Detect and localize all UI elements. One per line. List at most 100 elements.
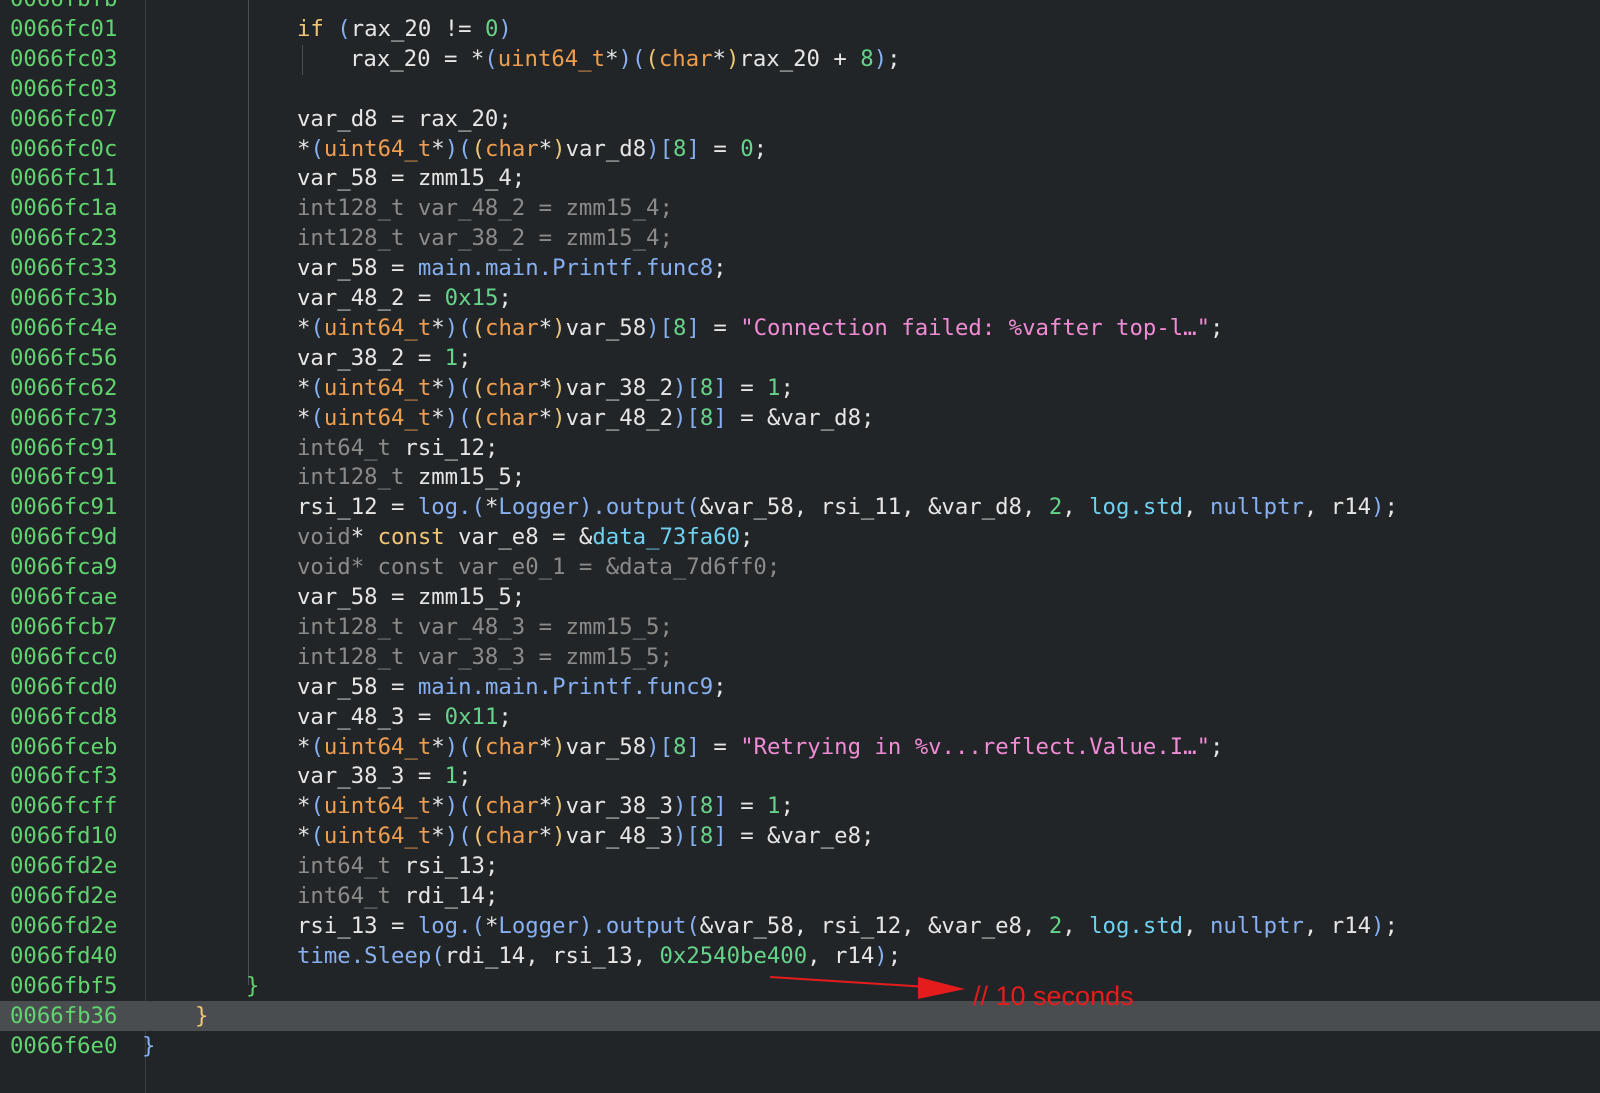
code-line[interactable]: 0066fc0c *(uint64_t*)((char*)var_d8)[8] =…: [0, 134, 1600, 165]
code-line[interactable]: 0066fcc0 int128_t var_38_3 = zmm15_5;: [0, 642, 1600, 673]
code-token: =: [699, 135, 741, 162]
code-line[interactable]: 0066fd2e rsi_13 = log.(*Logger).output(&v…: [0, 911, 1600, 942]
line-address[interactable]: 0066f6e0: [10, 1031, 117, 1062]
code-token: *: [297, 135, 311, 162]
line-address[interactable]: 0066fc07: [10, 104, 117, 135]
line-code: var_38_2 = 1;: [297, 343, 472, 374]
line-address[interactable]: 0066fbfb: [10, 0, 117, 15]
code-token: [: [659, 733, 674, 760]
code-token: ): [444, 823, 459, 850]
code-line[interactable]: 0066fd2e int64_t rdi_14;: [0, 881, 1600, 912]
code-token: (: [471, 793, 486, 820]
line-address[interactable]: 0066fd2e: [10, 881, 117, 912]
code-line[interactable]: 0066fd10 *(uint64_t*)((char*)var_48_3)[8]…: [0, 821, 1600, 852]
code-token: ]: [713, 404, 727, 431]
line-code: var_58 = main.main.Printf.func8;: [297, 253, 727, 284]
line-address[interactable]: 0066fcd8: [10, 702, 117, 733]
code-token: ): [444, 404, 459, 431]
line-address[interactable]: 0066fc3b: [10, 283, 117, 314]
line-address[interactable]: 0066fca9: [10, 552, 117, 583]
line-address[interactable]: 0066fd40: [10, 941, 117, 972]
code-token: ]: [713, 793, 727, 820]
line-address[interactable]: 0066fc03: [10, 74, 117, 105]
code-line[interactable]: 0066fc9d void* const var_e8 = &data_73fa6…: [0, 522, 1600, 553]
line-address[interactable]: 0066fc01: [10, 14, 117, 45]
line-code: *(uint64_t*)((char*)var_d8)[8] = 0;: [297, 134, 767, 165]
code-line[interactable]: 0066fcb7 int128_t var_48_3 = zmm15_5;: [0, 612, 1600, 643]
code-line[interactable]: 0066fcd8 var_48_3 = 0x11;: [0, 702, 1600, 733]
code-token: ): [552, 374, 566, 401]
line-address[interactable]: 0066fceb: [10, 732, 117, 763]
code-line[interactable]: 0066fcff *(uint64_t*)((char*)var_38_3)[8]…: [0, 791, 1600, 822]
code-line[interactable]: 0066fbfb: [0, 0, 1600, 15]
code-line[interactable]: 0066fd2e int64_t rsi_13;: [0, 851, 1600, 882]
line-address[interactable]: 0066fd10: [10, 821, 117, 852]
line-address[interactable]: 0066fb36: [10, 1001, 117, 1032]
code-line[interactable]: 0066fc3b var_48_2 = 0x15;: [0, 283, 1600, 314]
code-token: var_58 =: [297, 673, 418, 700]
code-line[interactable]: 0066fc01 if (rax_20 != 0): [0, 14, 1600, 45]
line-address[interactable]: 0066fcc0: [10, 642, 117, 673]
line-address[interactable]: 0066fcae: [10, 582, 117, 613]
line-address[interactable]: 0066fc23: [10, 223, 117, 254]
code-line[interactable]: 0066fcae var_58 = zmm15_5;: [0, 582, 1600, 613]
code-line[interactable]: 0066fc62 *(uint64_t*)((char*)var_38_2)[8]…: [0, 373, 1600, 404]
line-address[interactable]: 0066fc62: [10, 373, 117, 404]
line-address[interactable]: 0066fcff: [10, 791, 117, 822]
code-token: rdi_14;: [404, 883, 499, 909]
code-line[interactable]: 0066fc56 var_38_2 = 1;: [0, 343, 1600, 374]
code-line[interactable]: 0066fc91 int64_t rsi_12;: [0, 433, 1600, 464]
line-address[interactable]: 0066fcd0: [10, 672, 117, 703]
line-address[interactable]: 0066fcf3: [10, 761, 117, 792]
line-address[interactable]: 0066fc91: [10, 492, 117, 523]
code-line[interactable]: 0066fb36}: [0, 1000, 1600, 1032]
code-line[interactable]: 0066fc07 var_d8 = rax_20;: [0, 104, 1600, 135]
code-line[interactable]: 0066fd40 time.Sleep(rdi_14, rsi_13, 0x254…: [0, 941, 1600, 972]
line-address[interactable]: 0066fc0c: [10, 134, 117, 165]
code-line[interactable]: 0066fc91 int128_t zmm15_5;: [0, 462, 1600, 493]
code-line[interactable]: 0066fc23 int128_t var_38_2 = zmm15_4;: [0, 223, 1600, 254]
code-line[interactable]: 0066f6e0}: [0, 1031, 1600, 1062]
line-address[interactable]: 0066fc73: [10, 403, 117, 434]
line-code: var_38_3 = 1;: [297, 761, 472, 792]
line-code: var_58 = main.main.Printf.func9;: [297, 672, 727, 703]
code-line[interactable]: 0066fcd0 var_58 = main.main.Printf.func9;: [0, 672, 1600, 703]
code-token: 0x2540be400: [659, 942, 808, 969]
line-address[interactable]: 0066fd2e: [10, 851, 117, 882]
code-line[interactable]: 0066fcf3 var_38_3 = 1;: [0, 761, 1600, 792]
line-address[interactable]: 0066fbf5: [10, 971, 117, 1002]
code-token: ,: [1062, 494, 1090, 521]
code-token: *: [712, 45, 726, 72]
code-line[interactable]: 0066fca9 void* const var_e0_1 = &data_7d6…: [0, 552, 1600, 583]
code-line[interactable]: 0066fc1a int128_t var_48_2 = zmm15_4;: [0, 193, 1600, 224]
code-token: (: [337, 15, 351, 42]
code-token: [: [659, 314, 674, 341]
code-line[interactable]: 0066fc33 var_58 = main.main.Printf.func8;: [0, 253, 1600, 284]
line-address[interactable]: 0066fc9d: [10, 522, 117, 553]
line-address[interactable]: 0066fc4e: [10, 313, 117, 344]
line-address[interactable]: 0066fc91: [10, 462, 117, 493]
code-token: char: [485, 793, 539, 820]
line-address[interactable]: 0066fc03: [10, 44, 117, 75]
code-editor[interactable]: 0066fbfb0066fc01if (rax_20 != 0)0066fc03…: [0, 0, 1600, 1093]
code-line[interactable]: 0066fc03: [0, 74, 1600, 105]
line-address[interactable]: 0066fd2e: [10, 911, 117, 942]
line-address[interactable]: 0066fc56: [10, 343, 117, 374]
code-token: ): [1371, 494, 1385, 521]
code-line[interactable]: 0066fc73 *(uint64_t*)((char*)var_48_2)[8]…: [0, 403, 1600, 434]
code-line[interactable]: 0066fc91 rsi_12 = log.(*Logger).output(&v…: [0, 492, 1600, 523]
code-token: var_d8: [565, 135, 647, 162]
code-token: uint64_t: [323, 404, 432, 431]
code-token: var_d8 = rax_20;: [297, 105, 512, 132]
line-address[interactable]: 0066fc33: [10, 253, 117, 284]
line-code: int128_t var_38_3 = zmm15_5;: [297, 642, 673, 673]
line-address[interactable]: 0066fc11: [10, 163, 117, 194]
line-address[interactable]: 0066fcb7: [10, 612, 117, 643]
code-token: ;: [713, 255, 727, 282]
code-line[interactable]: 0066fc4e *(uint64_t*)((char*)var_58)[8] =…: [0, 313, 1600, 344]
line-address[interactable]: 0066fc91: [10, 433, 117, 464]
code-line[interactable]: 0066fceb *(uint64_t*)((char*)var_58)[8] =…: [0, 732, 1600, 763]
code-line[interactable]: 0066fc03 rax_20 = *(uint64_t*)((char*)rax…: [0, 44, 1600, 75]
code-line[interactable]: 0066fc11 var_58 = zmm15_4;: [0, 163, 1600, 194]
line-address[interactable]: 0066fc1a: [10, 193, 117, 224]
